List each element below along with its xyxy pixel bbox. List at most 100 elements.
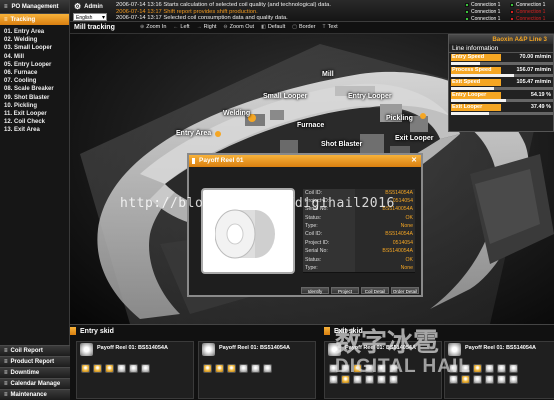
po-management-header[interactable]: ≡ PO Management <box>0 0 69 14</box>
metric-value: 70.00 m/min <box>519 54 552 60</box>
text-icon: T <box>322 24 326 30</box>
coil-slot[interactable] <box>227 364 236 373</box>
tool-default-button[interactable]: ◧ Default <box>259 23 287 32</box>
coil-slot[interactable] <box>129 364 138 373</box>
tool-left-button[interactable]: ← Left <box>171 23 191 32</box>
user-menu[interactable]: ⚙ Admin <box>74 2 103 11</box>
tool-border-button[interactable]: ▢ Border <box>290 23 317 32</box>
coil-slot[interactable] <box>485 375 494 384</box>
metric-bar <box>451 61 553 65</box>
coil-field-row: Type: None <box>303 264 415 273</box>
sidebar-item[interactable]: 03. Small Looper <box>4 44 69 52</box>
sidebar-item[interactable]: 01. Entry Area <box>4 28 69 36</box>
list-icon: ≡ <box>4 370 8 376</box>
coil-slot[interactable] <box>509 375 518 384</box>
skid-card[interactable]: Payoff Reel 01: BS514054A <box>76 341 194 399</box>
sidebar-item[interactable]: 07. Cooling <box>4 77 69 85</box>
status-dot-icon <box>465 2 469 7</box>
coil-slot[interactable] <box>263 364 272 373</box>
exit-skid-accent <box>324 327 330 335</box>
dialog-title-bar[interactable]: Payoff Reel 01 ✕ <box>189 155 421 167</box>
label-entry-looper[interactable]: Entry Looper <box>348 93 392 100</box>
identify-button[interactable]: Identify <box>301 287 329 294</box>
zoom-out-icon: ⊖ <box>223 24 228 30</box>
sidebar-bottom-item[interactable]: ≡ Maintenance <box>0 389 70 400</box>
po-management-label: PO Management <box>11 3 59 10</box>
tool-text-button[interactable]: T Text <box>321 23 340 32</box>
coil-slot[interactable] <box>215 364 224 373</box>
app-root: ≡ PO Management ≡ Tracking 01. Entry Are… <box>0 0 554 400</box>
metric-value: 156.07 m/min <box>516 66 551 73</box>
tool-label: Border <box>298 24 316 30</box>
label-exit-looper[interactable]: Exit Looper <box>395 135 434 142</box>
sidebar-item[interactable]: 09. Shot Blaster <box>4 94 69 102</box>
tool-zoom-out-button[interactable]: ⊖ Zoom Out <box>221 23 256 32</box>
connection-label: Connection 1 <box>471 1 501 8</box>
label-welding[interactable]: Welding <box>223 110 250 117</box>
field-value: BS514054A <box>355 230 415 239</box>
sidebar-item[interactable]: 11. Exit Looper <box>4 110 69 118</box>
sidebar-item[interactable]: 13. Exit Area <box>4 126 69 134</box>
sidebar-item[interactable]: 05. Entry Looper <box>4 61 69 69</box>
coil-slot[interactable] <box>117 364 126 373</box>
sidebar-bottom-item[interactable]: ≡ Calendar Manage <box>0 378 70 389</box>
field-label: Status: <box>303 213 355 223</box>
coil-detail-button[interactable]: Coil Detail <box>361 287 389 294</box>
metric-value: 37.49 % <box>530 104 551 110</box>
sidebar-item[interactable]: 06. Furnace <box>4 69 69 77</box>
sidebar-bottom-item[interactable]: ≡ Product Report <box>0 356 70 367</box>
sidebar-bottom-item[interactable]: ≡ Coil Report <box>0 345 70 356</box>
label-shot-blaster[interactable]: Shot Blaster <box>321 141 362 148</box>
order-detail-button[interactable]: Order Detail <box>391 287 419 294</box>
field-value: OK <box>355 255 415 265</box>
view-tools: ⊕ Zoom In ← Left → Right ⊖ Zoom Out ◧ Default ▢ Bor… <box>138 23 340 32</box>
sidebar-bottom-item[interactable]: ≡ Downtime <box>0 367 70 378</box>
label-furnace[interactable]: Furnace <box>297 122 324 129</box>
field-label: Type: <box>303 222 355 231</box>
label-mill[interactable]: Mill <box>322 71 334 78</box>
blog-watermark: http://blog.csdn.net/digihail2016 <box>120 196 395 211</box>
coil-grid <box>203 364 273 373</box>
sidebar-item[interactable]: 10. Pickling <box>4 102 69 110</box>
coil-slot[interactable] <box>81 364 90 373</box>
sidebar-item[interactable]: 04. Mill <box>4 53 69 61</box>
coil-slot[interactable] <box>473 364 482 373</box>
metric-bar-fill <box>451 86 494 90</box>
coil-slot[interactable] <box>485 364 494 373</box>
label-entry-area[interactable]: Entry Area <box>176 130 211 137</box>
coil-slot[interactable] <box>239 364 248 373</box>
status-dot-icon <box>510 9 514 14</box>
tool-right-button[interactable]: → Right <box>195 23 219 32</box>
skid-card[interactable]: Payoff Reel 01: BS514054A <box>198 341 316 399</box>
connection-status: Connection 1 <box>465 2 510 8</box>
sidebar: ≡ PO Management ≡ Tracking 01. Entry Are… <box>0 0 70 400</box>
coil-slot[interactable] <box>251 364 260 373</box>
tab-tracking[interactable]: ≡ Tracking <box>0 14 69 25</box>
sidebar-item[interactable]: 12. Coil Check <box>4 118 69 126</box>
sidebar-item[interactable]: 02. Welding <box>4 36 69 44</box>
project-button[interactable]: Project <box>331 287 359 294</box>
coil-slot[interactable] <box>203 364 212 373</box>
coil-slot[interactable] <box>105 364 114 373</box>
right-icon: → <box>196 24 202 30</box>
label-small-looper[interactable]: Small Looper <box>263 93 307 100</box>
entry-skid-header: Entry skid <box>80 327 114 335</box>
label-pickling[interactable]: Pickling <box>386 115 413 122</box>
coil-slot[interactable] <box>93 364 102 373</box>
coil-slot[interactable] <box>509 364 518 373</box>
language-select[interactable]: English <box>73 13 107 22</box>
metric-bar <box>451 74 553 77</box>
tool-zoom-in-button[interactable]: ⊕ Zoom In <box>138 23 168 32</box>
coil-slot[interactable] <box>497 375 506 384</box>
metric-bar <box>451 111 553 115</box>
coil-icon <box>202 343 215 356</box>
coil-slot[interactable] <box>473 375 482 384</box>
sidebar-item[interactable]: 08. Scale Breaker <box>4 85 69 93</box>
close-icon[interactable]: ✕ <box>411 155 417 167</box>
metric-bar-fill <box>451 61 480 65</box>
coil-slot[interactable] <box>497 364 506 373</box>
metric-bar <box>451 99 553 102</box>
metric-bar-fill <box>451 99 507 102</box>
connection-status: Connection 1 <box>465 9 510 15</box>
coil-slot[interactable] <box>141 364 150 373</box>
